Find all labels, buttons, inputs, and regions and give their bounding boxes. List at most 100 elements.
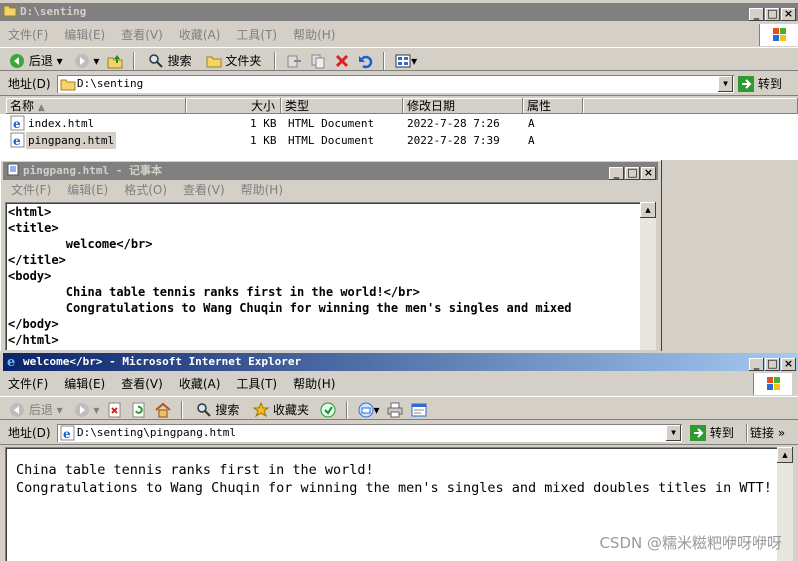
go-label: 转到 — [709, 426, 734, 440]
folder-icon — [3, 4, 17, 17]
favorites-button[interactable]: 收藏夹 — [250, 400, 312, 420]
back-arrow-icon — [9, 53, 25, 69]
copy-to-button[interactable] — [310, 51, 326, 71]
links-button[interactable]: 链接 » — [750, 423, 785, 443]
menu-help[interactable]: 帮助(H) — [285, 373, 343, 395]
address-value: D:\senting — [77, 77, 144, 90]
svg-text:e: e — [7, 355, 15, 367]
menu-file[interactable]: 文件(F) — [3, 179, 59, 201]
menu-help[interactable]: 帮助(H) — [233, 179, 291, 201]
back-label: 后退 — [28, 53, 53, 68]
up-folder-icon — [107, 53, 123, 69]
back-button[interactable]: 后退 ▾ — [6, 51, 66, 71]
mail-button[interactable]: ▾ — [358, 400, 380, 420]
menu-tools[interactable]: 工具(T) — [228, 373, 285, 395]
menu-view[interactable]: 查看(V) — [113, 373, 171, 395]
notepad-vertical-scrollbar[interactable]: ▲ — [640, 202, 656, 350]
toolbar-separator — [383, 51, 386, 70]
file-list: e index.html 1 KB HTML Document 2022-7-2… — [0, 114, 798, 160]
print-button[interactable] — [387, 400, 403, 420]
menu-file[interactable]: 文件(F) — [0, 24, 56, 46]
forward-arrow-icon — [74, 53, 90, 69]
address-dropdown-button[interactable]: ▼ — [718, 76, 733, 92]
links-label: 链接 — [750, 426, 775, 440]
close-button[interactable]: × — [781, 358, 796, 371]
column-type-label: 类型 — [285, 99, 310, 113]
explorer-titlebar[interactable]: D:\senting _ □ × — [0, 3, 798, 21]
mail-icon — [358, 402, 374, 418]
refresh-button[interactable] — [131, 400, 147, 420]
search-label: 搜索 — [167, 53, 192, 68]
column-name[interactable]: 名称 ▲ — [6, 98, 186, 114]
column-modified[interactable]: 修改日期 — [403, 98, 523, 114]
menu-edit[interactable]: 编辑(E) — [59, 179, 116, 201]
up-folder-button[interactable] — [107, 51, 123, 71]
search-icon — [148, 53, 164, 69]
file-modified: 2022-7-28 7:39 — [407, 134, 500, 147]
menu-edit[interactable]: 编辑(E) — [56, 24, 113, 46]
edit-page-icon — [411, 402, 427, 418]
menu-favorites[interactable]: 收藏(A) — [171, 24, 229, 46]
address-dropdown-button[interactable]: ▼ — [666, 425, 681, 441]
search-button[interactable]: 搜索 — [145, 51, 195, 71]
toolbar-separator — [746, 424, 748, 442]
print-icon — [387, 402, 403, 418]
code-line: <body> — [8, 269, 52, 283]
delete-button[interactable] — [334, 51, 350, 71]
folders-button[interactable]: 文件夹 — [203, 51, 265, 71]
search-icon — [196, 402, 212, 418]
minimize-button[interactable]: _ — [749, 8, 764, 21]
stop-button[interactable] — [107, 400, 123, 420]
go-button[interactable]: 转到 — [690, 423, 734, 443]
maximize-button[interactable]: □ — [765, 358, 780, 371]
column-type[interactable]: 类型 — [281, 98, 403, 114]
menu-favorites[interactable]: 收藏(A) — [171, 373, 229, 395]
home-button[interactable] — [155, 400, 171, 420]
home-icon — [155, 402, 171, 418]
scroll-up-button[interactable]: ▲ — [777, 447, 793, 463]
back-button[interactable]: 后退 ▾ — [6, 400, 66, 420]
folder-icon — [206, 53, 222, 69]
address-input[interactable]: e D:\senting\pingpang.html ▼ — [57, 424, 682, 442]
notepad-text-area[interactable]: <html> <title> welcome</br> </title> <bo… — [5, 202, 641, 350]
menu-format[interactable]: 格式(O) — [116, 179, 175, 201]
go-button[interactable]: 转到 — [738, 74, 782, 94]
search-button[interactable]: 搜索 — [193, 400, 243, 420]
media-button[interactable] — [320, 400, 336, 420]
watermark: CSDN @糯米糍粑咿呀咿呀 — [599, 534, 782, 552]
address-label: 地址(D) — [8, 77, 51, 91]
notepad-content: <html> <title> welcome</br> </title> <bo… — [5, 202, 641, 348]
notepad-menubar: 文件(F) 编辑(E) 格式(O) 查看(V) 帮助(H) — [3, 179, 662, 201]
column-size[interactable]: 大小 — [186, 98, 281, 114]
close-button[interactable]: × — [781, 8, 796, 21]
menu-file[interactable]: 文件(F) — [0, 373, 56, 395]
back-label: 后退 — [28, 402, 53, 417]
column-attributes[interactable]: 属性 — [523, 98, 583, 114]
menu-view[interactable]: 查看(V) — [175, 179, 233, 201]
views-button[interactable]: ▾ — [395, 51, 417, 71]
file-row[interactable]: e index.html 1 KB HTML Document 2022-7-2… — [0, 115, 798, 132]
notepad-icon — [6, 163, 20, 176]
edit-page-button[interactable] — [411, 400, 427, 420]
maximize-button[interactable]: □ — [765, 8, 780, 21]
file-row[interactable]: e pingpang.html 1 KB HTML Document 2022-… — [0, 132, 798, 149]
menu-help[interactable]: 帮助(H) — [285, 24, 343, 46]
menu-tools[interactable]: 工具(T) — [228, 24, 285, 46]
forward-button[interactable]: ▾ — [74, 51, 99, 71]
file-size: 1 KB — [250, 117, 277, 130]
ie-title: welcome</br> - Microsoft Internet Explor… — [23, 355, 302, 368]
forward-arrow-icon — [74, 402, 90, 418]
menu-view[interactable]: 查看(V) — [113, 24, 171, 46]
address-input[interactable]: D:\senting ▼ — [57, 75, 734, 93]
undo-button[interactable] — [358, 51, 374, 71]
move-to-button[interactable] — [286, 51, 302, 71]
toolbar-separator — [180, 400, 183, 419]
code-line: </body> — [8, 317, 59, 331]
notepad-titlebar[interactable]: pingpang.html - 记事本 _ □ × — [3, 162, 658, 180]
ie-titlebar[interactable]: e welcome</br> - Microsoft Internet Expl… — [3, 353, 798, 371]
ie-menubar: 文件(F) 编辑(E) 查看(V) 收藏(A) 工具(T) 帮助(H) — [0, 373, 798, 395]
scroll-up-button[interactable]: ▲ — [640, 202, 656, 218]
minimize-button[interactable]: _ — [749, 358, 764, 371]
menu-edit[interactable]: 编辑(E) — [56, 373, 113, 395]
forward-button[interactable]: ▾ — [74, 400, 99, 420]
